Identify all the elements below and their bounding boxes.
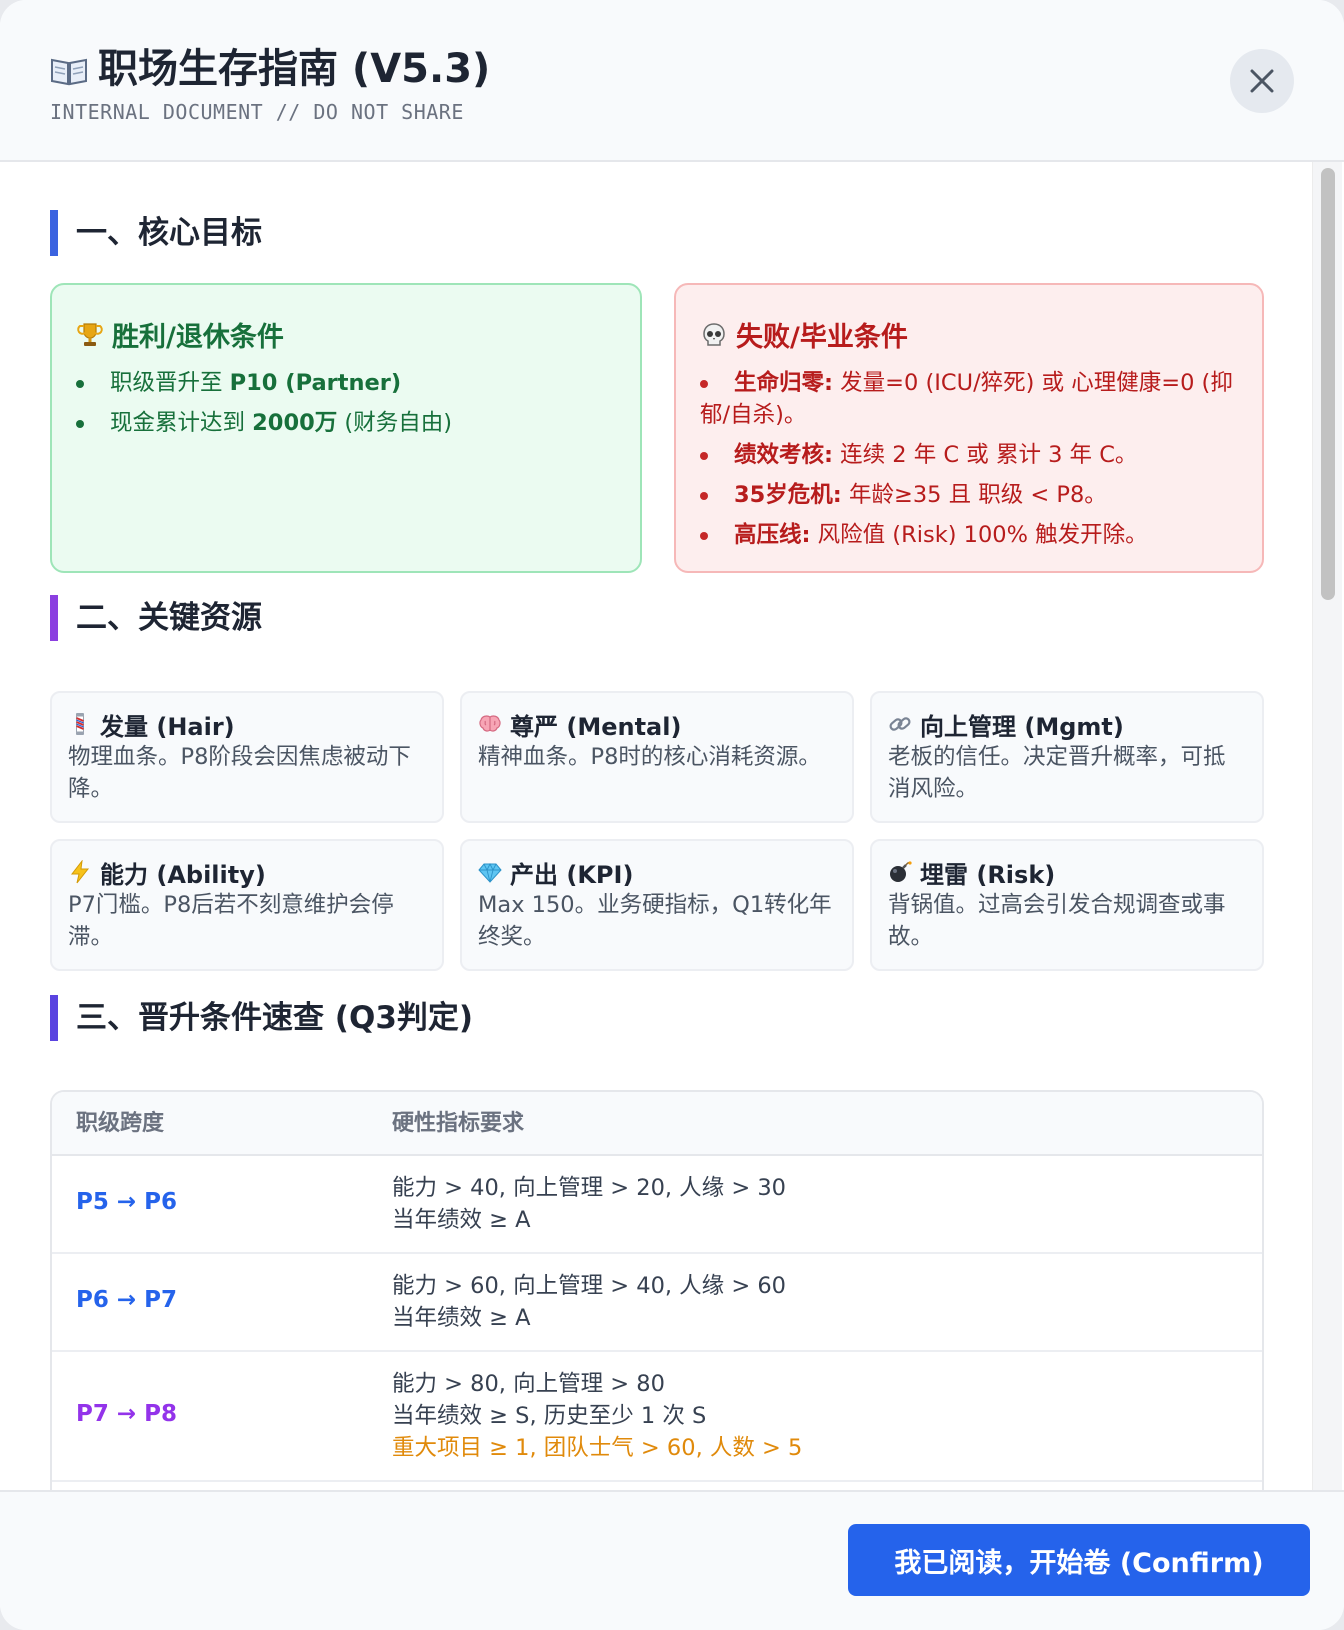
rank-span: P6 → P7 bbox=[76, 1287, 178, 1313]
column-header-requirements: 硬性指标要求 bbox=[392, 1111, 525, 1136]
rank-span: P5 → P6 bbox=[76, 1189, 178, 1215]
close-button[interactable] bbox=[1230, 49, 1294, 113]
link-icon bbox=[888, 712, 912, 736]
resource-desc: 物理血条。P8阶段会因焦虑被动下降。 bbox=[68, 744, 411, 802]
modal-body[interactable]: 一、核心目标 胜利/退休条件 职级晋升至 P10 (Partner) 现金累计达… bbox=[0, 162, 1344, 1490]
scrollbar[interactable] bbox=[1312, 162, 1342, 1490]
warning-requirement: 重大项目 ≥ 1, 团队士气 > 60, 人数 > 5 bbox=[392, 1435, 803, 1461]
resource-title: 尊严 (Mental) bbox=[510, 712, 682, 741]
resource-title: 产出 (KPI) bbox=[510, 860, 634, 889]
win-conditions-card: 胜利/退休条件 职级晋升至 P10 (Partner) 现金累计达到 2000万… bbox=[50, 283, 642, 573]
resource-card-kpi: 产出 (KPI) Max 150。业务硬指标，Q1转化年终奖。 bbox=[460, 839, 854, 971]
scrollbar-thumb[interactable] bbox=[1321, 168, 1335, 600]
resource-desc: Max 150。业务硬指标，Q1转化年终奖。 bbox=[478, 892, 832, 950]
requirements: 能力 > 80, 向上管理 > 80 当年绩效 ≥ S, 历史至少 1 次 S … bbox=[392, 1368, 802, 1464]
list-item: 高压线: 风险值 (Risk) 100% 触发开除。 bbox=[700, 519, 1242, 551]
close-icon bbox=[1250, 69, 1274, 93]
rank-span: P7 → P8 bbox=[76, 1401, 178, 1427]
lose-conditions-card: 失败/毕业条件 生命归零: 发量=0 (ICU/猝死) 或 心理健康=0 (抑郁… bbox=[674, 283, 1264, 573]
resource-desc: 背锅值。过高会引发合规调查或事故。 bbox=[888, 892, 1226, 950]
promotion-table: 职级跨度 硬性指标要求 P5 → P6 能力 > 40, 向上管理 > 20, … bbox=[50, 1090, 1264, 1490]
confirm-button[interactable]: 我已阅读，开始卷 (Confirm) bbox=[848, 1524, 1310, 1596]
resource-title: 向上管理 (Mgmt) bbox=[920, 712, 1124, 741]
brain-icon bbox=[478, 712, 502, 736]
resource-card-ability: 能力 (Ability) P7门槛。P8后若不刻意维护会停滞。 bbox=[50, 839, 444, 971]
list-item: 职级晋升至 P10 (Partner) bbox=[76, 367, 620, 399]
gem-icon bbox=[478, 860, 502, 884]
barber-pole-icon bbox=[68, 712, 92, 736]
skull-icon bbox=[700, 321, 728, 349]
list-item: 35岁危机: 年龄≥35 且 职级 < P8。 bbox=[700, 479, 1242, 511]
list-item: 现金累计达到 2000万 (财务自由) bbox=[76, 407, 620, 439]
resource-title: 埋雷 (Risk) bbox=[920, 860, 1056, 889]
bomb-icon bbox=[888, 860, 912, 884]
resource-card-hair: 发量 (Hair) 物理血条。P8阶段会因焦虑被动下降。 bbox=[50, 691, 444, 823]
section-title-resources: 二、关键资源 bbox=[50, 595, 262, 641]
win-conditions-list: 职级晋升至 P10 (Partner) 现金累计达到 2000万 (财务自由) bbox=[76, 367, 620, 447]
list-item: 生命归零: 发量=0 (ICU/猝死) 或 心理健康=0 (抑郁/自杀)。 bbox=[700, 367, 1242, 431]
resource-card-risk: 埋雷 (Risk) 背锅值。过高会引发合规调查或事故。 bbox=[870, 839, 1264, 971]
table-row: P6 → P7 能力 > 60, 向上管理 > 40, 人缘 > 60 当年绩效… bbox=[52, 1254, 1262, 1352]
table-header: 职级跨度 硬性指标要求 bbox=[52, 1092, 1262, 1156]
resource-desc: P7门槛。P8后若不刻意维护会停滞。 bbox=[68, 892, 394, 950]
resource-card-mental: 尊严 (Mental) 精神血条。P8时的核心消耗资源。 bbox=[460, 691, 854, 823]
modal-header: 职场生存指南 (V5.3) INTERNAL DOCUMENT // DO NO… bbox=[0, 0, 1344, 162]
list-item: 绩效考核: 连续 2 年 C 或 累计 3 年 C。 bbox=[700, 439, 1242, 471]
table-row: P7 → P8 能力 > 80, 向上管理 > 80 当年绩效 ≥ S, 历史至… bbox=[52, 1352, 1262, 1482]
resource-title: 发量 (Hair) bbox=[100, 712, 235, 741]
lose-card-title: 失败/毕业条件 bbox=[700, 315, 908, 354]
win-card-title-text: 胜利/退休条件 bbox=[112, 322, 284, 353]
page-subtitle: INTERNAL DOCUMENT // DO NOT SHARE bbox=[50, 100, 464, 124]
lose-card-title-text: 失败/毕业条件 bbox=[736, 322, 908, 353]
column-header-rank: 职级跨度 bbox=[76, 1111, 165, 1136]
section-title-promotion: 三、晋升条件速查 (Q3判定) bbox=[50, 995, 473, 1041]
resource-card-mgmt: 向上管理 (Mgmt) 老板的信任。决定晋升概率，可抵消风险。 bbox=[870, 691, 1264, 823]
resource-title: 能力 (Ability) bbox=[100, 860, 266, 889]
guide-modal: 职场生存指南 (V5.3) INTERNAL DOCUMENT // DO NO… bbox=[0, 0, 1344, 1630]
trophy-icon bbox=[76, 321, 104, 349]
requirements: 能力 > 40, 向上管理 > 20, 人缘 > 30 当年绩效 ≥ A bbox=[392, 1175, 786, 1233]
lightning-icon bbox=[68, 859, 92, 884]
lose-conditions-list: 生命归零: 发量=0 (ICU/猝死) 或 心理健康=0 (抑郁/自杀)。 绩效… bbox=[700, 367, 1242, 559]
page-title-text: 职场生存指南 (V5.3) bbox=[98, 46, 491, 92]
resource-desc: 精神血条。P8时的核心消耗资源。 bbox=[478, 744, 821, 770]
requirements: 能力 > 60, 向上管理 > 40, 人缘 > 60 当年绩效 ≥ A bbox=[392, 1273, 786, 1331]
open-book-icon bbox=[50, 50, 88, 86]
win-card-title: 胜利/退休条件 bbox=[76, 315, 284, 354]
modal-footer: 我已阅读，开始卷 (Confirm) bbox=[0, 1490, 1344, 1630]
table-row: P5 → P6 能力 > 40, 向上管理 > 20, 人缘 > 30 当年绩效… bbox=[52, 1156, 1262, 1254]
section-title-goals: 一、核心目标 bbox=[50, 210, 262, 256]
resource-desc: 老板的信任。决定晋升概率，可抵消风险。 bbox=[888, 744, 1226, 802]
page-title: 职场生存指南 (V5.3) bbox=[50, 36, 490, 94]
